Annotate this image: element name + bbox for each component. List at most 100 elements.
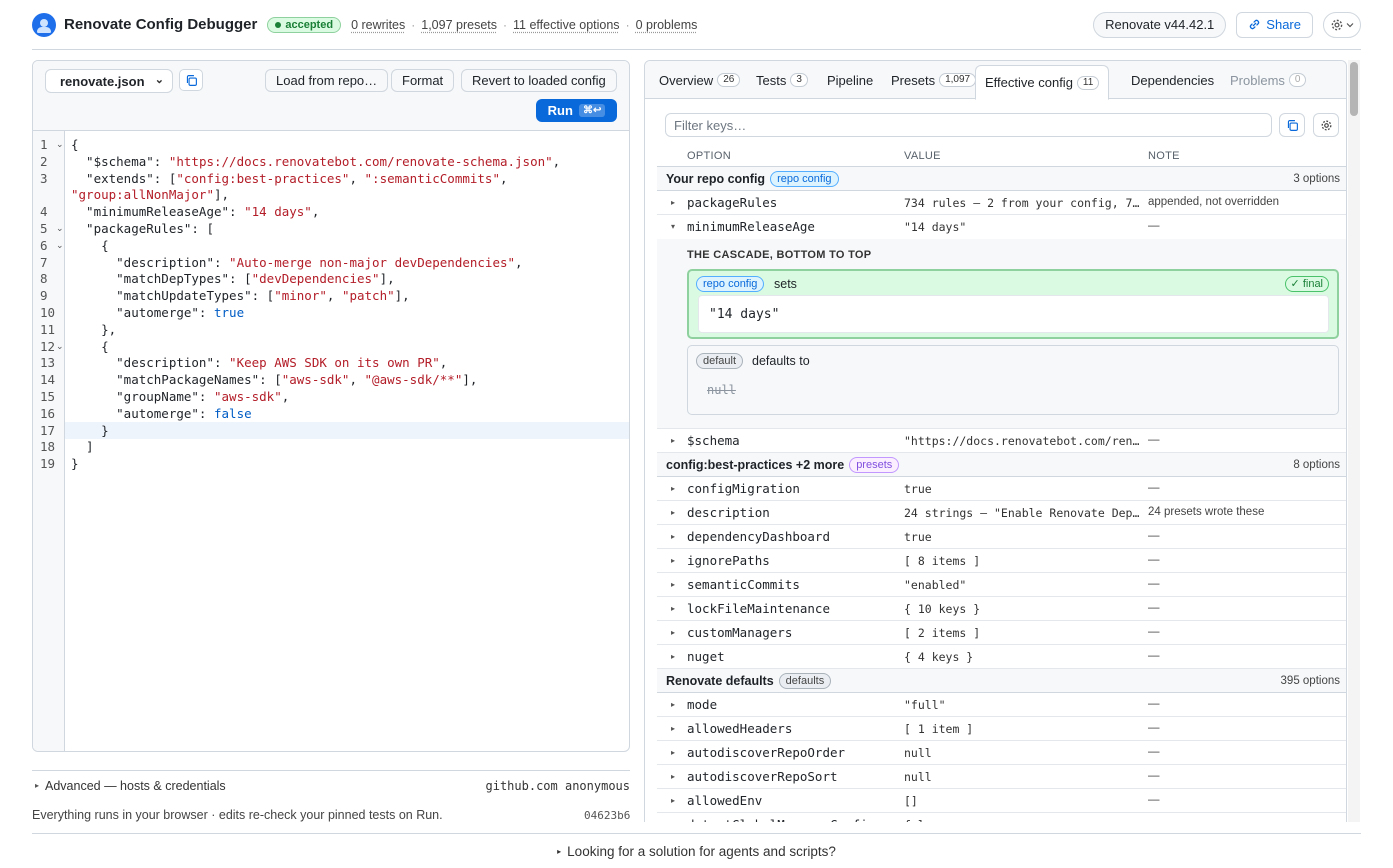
stat-problems[interactable]: 0 problems [636,18,698,32]
table-row[interactable]: ▸ nuget { 4 keys } — [657,645,1346,669]
tab-problems[interactable]: Problems 0 [1230,61,1307,99]
code-line: "extends": ["config:best-practices", ":s… [71,170,508,186]
fold-chevron-icon[interactable]: ⌄ [56,240,64,251]
source-chip: default [696,353,744,369]
column-header-value: VALUE [904,150,941,162]
option-value: [ 1 item ] [904,722,974,736]
code-line: "matchDepTypes": ["devDependencies"], [71,271,395,287]
caret-right-icon[interactable]: ▸ [671,700,675,709]
table-row[interactable]: ▾ minimumReleaseAge "14 days" — [657,215,1346,239]
option-value: true [904,482,932,496]
copy-icon [186,74,197,86]
table-row[interactable]: ▸ allowedEnv [] — [657,789,1346,813]
table-settings-button[interactable] [1313,113,1339,137]
table-row[interactable]: ▸ description 24 strings — "Enable Renovat… [657,501,1346,525]
stat-effective-options[interactable]: 11 effective options [513,18,620,32]
app-title: Renovate Config Debugger [64,16,258,33]
option-value: [] [904,794,918,808]
option-value: null [904,746,932,760]
option-value: "https://docs.renovatebot.com/renovate-s… [904,434,1140,448]
table-row[interactable]: ▸ allowedHeaders [ 1 item ] — [657,717,1346,741]
table-row[interactable]: ▸ configMigration true — [657,477,1346,501]
stat-rewrites[interactable]: 0 rewrites [351,18,405,32]
fold-chevron-icon[interactable]: ⌄ [56,139,64,150]
copy-config-button[interactable] [1279,113,1305,137]
editor-toolbar: renovate.json ⌄ Load from repo… Format Re… [33,61,629,131]
table-row[interactable]: ▸ dependencyDashboard true — [657,525,1346,549]
tab-label: Presets [891,72,936,88]
run-button[interactable]: Run ⌘↩ [536,99,617,122]
commit-hash: 04623b6 [584,809,631,822]
option-note: — [1148,434,1160,446]
table-row[interactable]: ▸ detectGlobalManagerConfig false — [657,813,1346,822]
column-header-note: NOTE [1148,150,1180,162]
line-number: 7 [40,254,48,270]
tab-overview[interactable]: Overview 26 [659,61,741,99]
caret-right-icon[interactable]: ▸ [671,198,675,207]
option-note: — [1148,578,1160,590]
caret-right-icon[interactable]: ▸ [671,532,675,541]
caret-right-icon: ▸ [557,846,562,856]
tab-effective-config[interactable]: Effective config 11 [975,65,1110,100]
option-note: 24 presets wrote these [1148,506,1265,518]
caret-right-icon[interactable]: ▸ [671,820,675,822]
caret-right-icon[interactable]: ▸ [671,772,675,781]
version-button[interactable]: Renovate v44.42.1 [1093,11,1227,38]
chevron-down-icon [1346,22,1354,27]
settings-menu-button[interactable] [1323,11,1361,38]
tab-tests[interactable]: Tests 3 [756,61,808,99]
option-name: semanticCommits [687,577,800,592]
tab-label: Tests [756,72,787,88]
caret-right-icon[interactable]: ▸ [671,628,675,637]
table-row[interactable]: ▸ autodiscoverRepoOrder null — [657,741,1346,765]
tab-pipeline[interactable]: Pipeline [827,61,873,99]
stat-presets[interactable]: 1,097 presets [421,18,497,32]
file-select[interactable]: renovate.json ⌄ [45,69,173,93]
link-icon [1250,19,1260,30]
revert-button[interactable]: Revert to loaded config [461,69,617,92]
load-from-repo-button[interactable]: Load from repo… [265,69,389,92]
caret-right-icon[interactable]: ▸ [671,580,675,589]
copy-button[interactable] [179,69,203,91]
agents-disclosure-label: Looking for a solution for agents and sc… [567,843,836,859]
agents-disclosure[interactable]: ▸ Looking for a solution for agents and … [32,833,1361,868]
table-row[interactable]: ▸ mode "full" — [657,693,1346,717]
caret-right-icon[interactable]: ▸ [671,436,675,445]
filter-keys-input[interactable]: Filter keys… [665,113,1272,137]
scrollbar-thumb[interactable] [1350,62,1358,116]
caret-right-icon[interactable]: ▸ [671,652,675,661]
table-row[interactable]: ▸ autodiscoverRepoSort null — [657,765,1346,789]
scrollbar[interactable] [1348,60,1360,822]
code-line: "automerge": false [71,405,252,421]
caret-right-icon[interactable]: ▸ [671,796,675,805]
table-row[interactable]: ▸ semanticCommits "enabled" — [657,573,1346,597]
code-editor[interactable]: 1 ⌄ 2 3 4 5 ⌄ 6 ⌄ 7 8 9 10 11 12 ⌄ 13 14 15 16 17 18 19 { "$sc… [33,131,629,751]
fold-chevron-icon[interactable]: ⌄ [56,223,64,234]
line-number: 3 [40,170,48,186]
option-value: null [904,770,932,784]
caret-right-icon[interactable]: ▸ [671,508,675,517]
caret-down-icon[interactable]: ▾ [671,222,675,231]
caret-right-icon[interactable]: ▸ [671,748,675,757]
fold-chevron-icon[interactable]: ⌄ [56,341,64,352]
tab-dependencies[interactable]: Dependencies [1131,61,1214,99]
tab-presets[interactable]: Presets 1,097 [891,61,977,99]
cascade-verb: sets [774,277,797,291]
caret-right-icon[interactable]: ▸ [671,484,675,493]
cascade-panel: THE CASCADE, BOTTOM TO TOP repo config set… [657,239,1346,429]
share-button[interactable]: Share [1236,11,1313,38]
caret-right-icon[interactable]: ▸ [671,556,675,565]
advanced-section-toggle[interactable]: ▸ Advanced — hosts & credentials github.… [32,770,630,800]
caret-right-icon[interactable]: ▸ [671,604,675,613]
group-tag: presets [849,456,900,473]
format-button[interactable]: Format [391,69,455,92]
table-row[interactable]: ▸ $schema "https://docs.renovatebot.com/re… [657,429,1346,453]
table-row[interactable]: ▸ lockFileMaintenance { 10 keys } — [657,597,1346,621]
option-name: allowedEnv [687,793,763,808]
group-title: Your repo config [666,171,766,186]
table-row[interactable]: ▸ ignorePaths [ 8 items ] — [657,549,1346,573]
table-row[interactable]: ▸ packageRules 734 rules — 2 from your con… [657,191,1346,215]
table-row[interactable]: ▸ customManagers [ 2 items ] — [657,621,1346,645]
caret-right-icon[interactable]: ▸ [671,724,675,733]
app-logo-icon [32,12,56,37]
